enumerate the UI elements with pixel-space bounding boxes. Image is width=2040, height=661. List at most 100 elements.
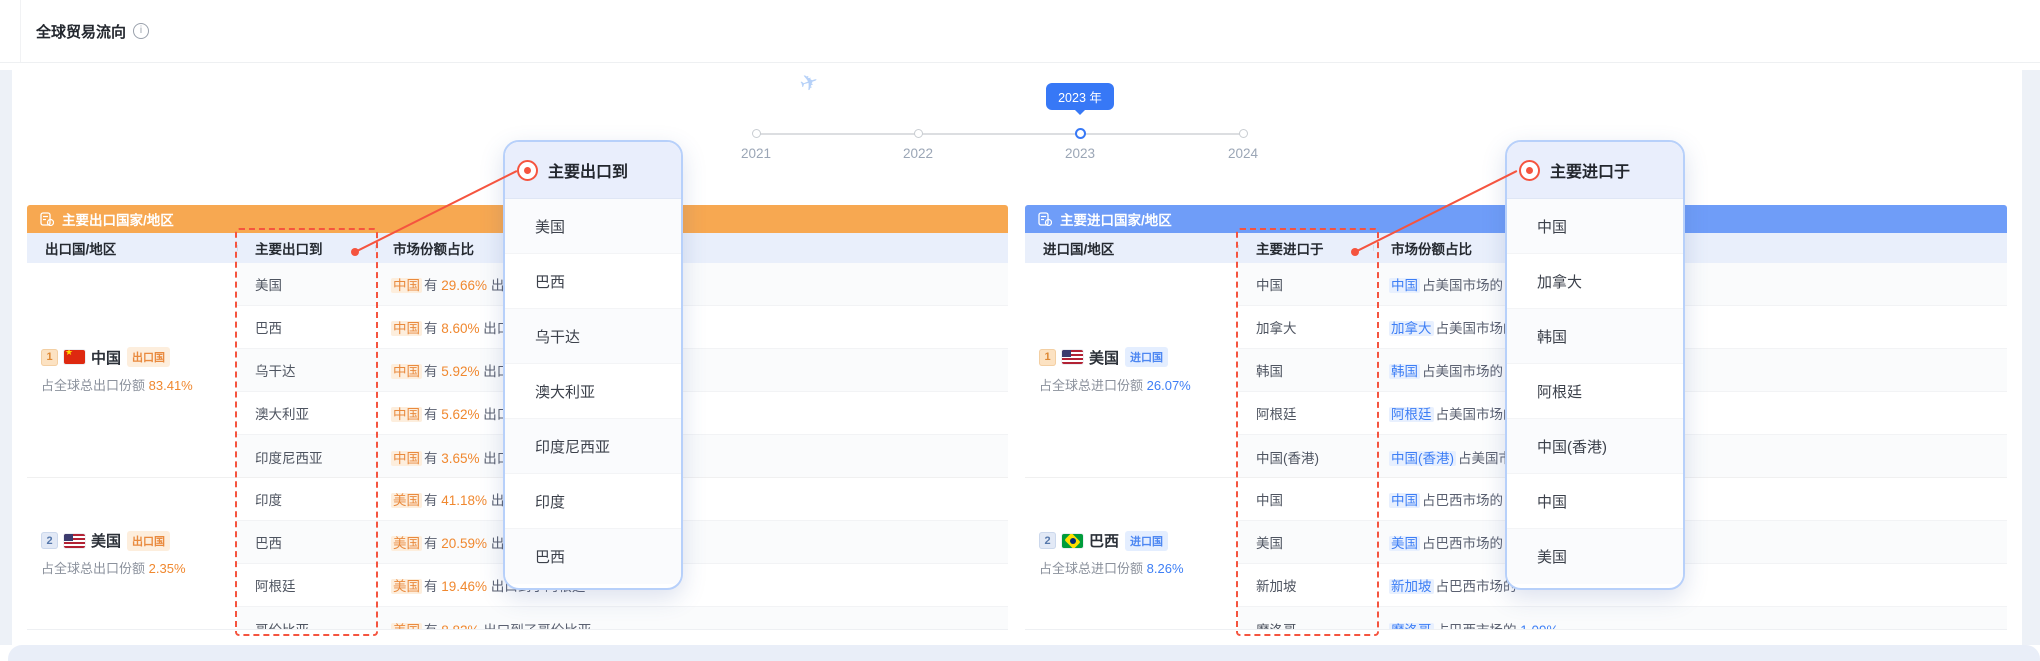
- importer-cell: 2 巴西 进口国 占全球总进口份额 8.26%: [1025, 478, 1238, 629]
- flag-brazil-icon: [1062, 534, 1083, 548]
- rank-badge: 2: [41, 532, 58, 549]
- role-badge: 进口国: [1125, 531, 1168, 551]
- dest-cell: 澳大利亚: [237, 403, 375, 423]
- share-cell: 中国有 8.60% 出口到了巴西: [375, 317, 1008, 337]
- share-cell: 中国有 3.65% 出口到了印度尼西亚: [375, 447, 1008, 467]
- share-value: 83.41%: [149, 378, 193, 393]
- source-cell: 新加坡: [1238, 575, 1373, 595]
- timeline-track: [756, 133, 1243, 135]
- share-cell: 中国占巴西市场的: [1373, 489, 2007, 509]
- dest-cell: 巴西: [237, 317, 375, 337]
- title-bar: 全球贸易流向 i: [0, 0, 2040, 63]
- popup-item: 巴西: [505, 254, 681, 309]
- page-title: 全球贸易流向: [36, 21, 126, 42]
- timeline-dot-2024[interactable]: [1239, 129, 1248, 138]
- popup-item: 巴西: [505, 529, 681, 584]
- share-cell: 美国有 8.82% 出口到了哥伦比亚: [375, 619, 1008, 630]
- share-value: 2.35%: [149, 561, 186, 576]
- popup-item: 中国: [1507, 474, 1683, 529]
- importer-cell: 1 美国 进口国 占全球总进口份额 26.07%: [1025, 263, 1238, 477]
- source-cell: 中国: [1238, 274, 1373, 294]
- page-gutter-right: [2022, 70, 2040, 645]
- popup-item: 中国(香港): [1507, 419, 1683, 474]
- report-icon: [40, 212, 54, 226]
- share-cell: 韩国占美国市场的: [1373, 360, 2007, 380]
- share-cell: 中国有 29.66% 出口到了美国: [375, 274, 1008, 294]
- timeline-year-label[interactable]: 2022: [886, 146, 950, 161]
- flag-usa-icon: [64, 534, 85, 548]
- country-name: 美国: [91, 530, 121, 551]
- popup-title: 主要进口于: [1550, 158, 1630, 182]
- role-badge: 进口国: [1125, 347, 1168, 367]
- timeline-dot-2021[interactable]: [752, 129, 761, 138]
- share-cell: 中国有 5.62% 出口到了澳大利亚: [375, 403, 1008, 423]
- exporter-cell: 1 中国 出口国 占全球总出口份额 83.41%: [27, 263, 237, 477]
- col-header-importer: 进口国/地区: [1025, 238, 1238, 258]
- source-cell: 中国: [1238, 489, 1373, 509]
- country-name: 巴西: [1089, 530, 1119, 551]
- share-cell: 美国有 41.18% 出口到了印度: [375, 489, 1008, 509]
- dest-cell: 印度尼西亚: [237, 447, 375, 467]
- share-cell: 新加坡占巴西市场的: [1373, 575, 2007, 595]
- popup-item: 印度: [505, 474, 681, 529]
- plane-watermark-icon: ✈: [796, 68, 822, 98]
- popup-title: 主要出口到: [548, 158, 628, 182]
- dest-cell: 印度: [237, 489, 375, 509]
- timeline-year-label[interactable]: 2023: [1048, 146, 1112, 161]
- dest-cell: 阿根廷: [237, 575, 375, 595]
- share-cell: 加拿大占美国市场的: [1373, 317, 2007, 337]
- popup-item: 美国: [1507, 529, 1683, 584]
- popup-item: 印度尼西亚: [505, 419, 681, 474]
- timeline-dot-2023[interactable]: [1075, 128, 1086, 139]
- share-label: 占全球总进口份额: [1039, 561, 1143, 576]
- dest-cell: 巴西: [237, 532, 375, 552]
- country-name: 美国: [1089, 347, 1119, 368]
- role-badge: 出口国: [127, 531, 170, 551]
- share-cell: 中国占美国市场的: [1373, 274, 2007, 294]
- card-edge-divider: [20, 0, 21, 62]
- target-icon: [517, 160, 538, 181]
- import-column-popup: 主要进口于 中国 加拿大 韩国 阿根廷 中国(香港) 中国 美国: [1505, 140, 1685, 590]
- page-gutter-left: [0, 70, 12, 645]
- timeline-dot-2022[interactable]: [914, 129, 923, 138]
- source-cell: 摩洛哥: [1238, 619, 1373, 630]
- share-cell: 美国有 20.59% 出口到了巴西: [375, 532, 1008, 552]
- info-icon[interactable]: i: [133, 23, 149, 39]
- source-cell: 美国: [1238, 532, 1373, 552]
- share-label: 占全球总出口份额: [41, 378, 145, 393]
- share-label: 占全球总出口份额: [41, 561, 145, 576]
- flag-china-icon: [64, 350, 85, 364]
- timeline-year-label[interactable]: 2021: [724, 146, 788, 161]
- popup-item: 中国: [1507, 199, 1683, 254]
- import-banner-label: 主要进口国家/地区: [1060, 209, 1172, 229]
- trade-flow-panel: 全球贸易流向 i ✈ 2021 2022 2023 2024 2023 年 主要…: [0, 0, 2040, 661]
- source-cell: 韩国: [1238, 360, 1373, 380]
- target-icon: [1519, 160, 1540, 181]
- popup-item: 美国: [505, 199, 681, 254]
- popup-header: 主要进口于: [1507, 142, 1683, 199]
- popup-item: 乌干达: [505, 309, 681, 364]
- rank-badge: 1: [1039, 349, 1056, 366]
- next-section-edge: [8, 645, 2040, 661]
- source-cell: 加拿大: [1238, 317, 1373, 337]
- dest-cell: 乌干达: [237, 360, 375, 380]
- col-header-exporter: 出口国/地区: [27, 238, 237, 258]
- share-cell: 摩洛哥占巴西市场的 1.09%: [1373, 619, 2007, 630]
- share-cell: 美国占巴西市场的: [1373, 532, 2007, 552]
- exporter-cell: 2 美国 出口国 占全球总出口份额 2.35%: [27, 478, 237, 629]
- export-column-popup: 主要出口到 美国 巴西 乌干达 澳大利亚 印度尼西亚 印度 巴西: [503, 140, 683, 590]
- share-value: 26.07%: [1147, 378, 1191, 393]
- share-value: 8.26%: [1147, 561, 1184, 576]
- rank-badge: 1: [41, 349, 58, 366]
- rank-badge: 2: [1039, 532, 1056, 549]
- popup-item: 韩国: [1507, 309, 1683, 364]
- timeline-year-label[interactable]: 2024: [1211, 146, 1275, 161]
- share-cell: 美国有 19.46% 出口到了阿根廷: [375, 575, 1008, 595]
- share-label: 占全球总进口份额: [1039, 378, 1143, 393]
- role-badge: 出口国: [127, 347, 170, 367]
- col-header-market-share: 市场份额占比: [375, 238, 1008, 258]
- export-banner-label: 主要出口国家/地区: [62, 209, 174, 229]
- dest-cell: 哥伦比亚: [237, 619, 375, 630]
- popup-item: 加拿大: [1507, 254, 1683, 309]
- flag-usa-icon: [1062, 350, 1083, 364]
